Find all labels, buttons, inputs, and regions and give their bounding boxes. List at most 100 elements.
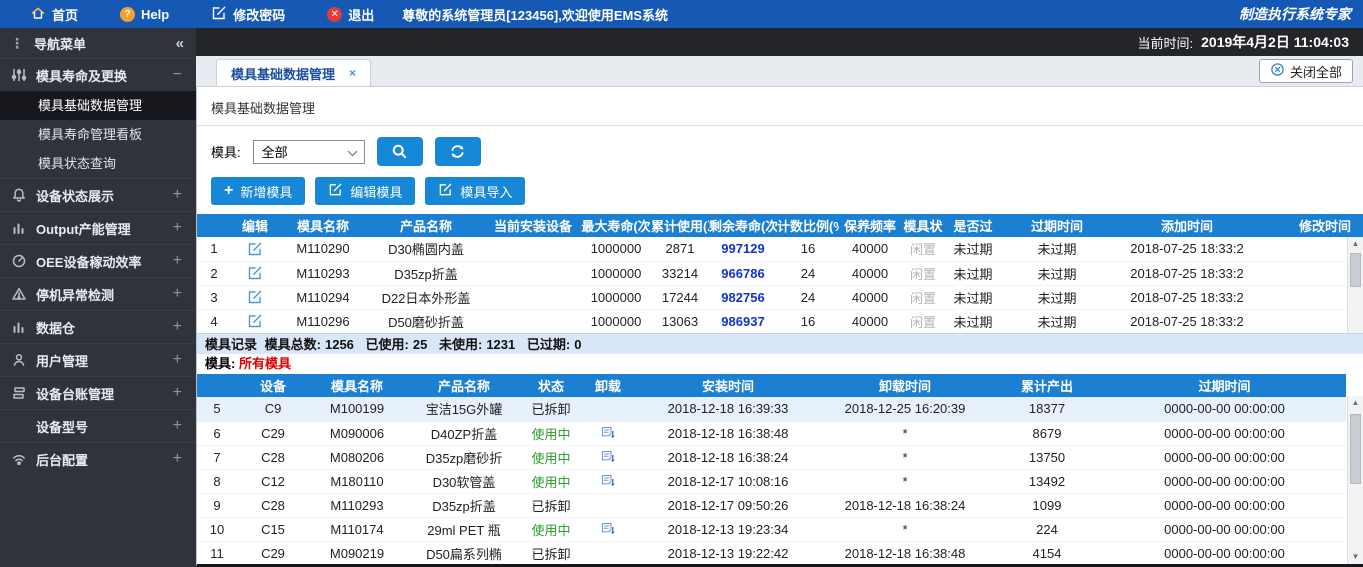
cell-install-time: 2018-12-13 19:22:42 bbox=[637, 541, 819, 564]
scrollbar-thumb[interactable] bbox=[1350, 253, 1361, 287]
expand-icon[interactable]: + bbox=[173, 285, 182, 303]
expand-icon[interactable]: + bbox=[173, 186, 182, 204]
tab-mold-basic-data[interactable]: 模具基础数据管理 × bbox=[216, 59, 371, 86]
sidebar-item-output[interactable]: Output产能管理+ bbox=[0, 212, 196, 244]
scroll-up-icon[interactable]: ▲ bbox=[1348, 237, 1363, 251]
expand-icon[interactable]: + bbox=[173, 252, 182, 270]
mold-table-row[interactable]: 3M110294D22日本外形盖100000017244982756244000… bbox=[197, 285, 1363, 309]
cell-unload bbox=[579, 493, 637, 517]
edit-mold-icon[interactable] bbox=[247, 313, 263, 329]
sidebar-group-output: Output产能管理+ bbox=[0, 211, 196, 244]
gauge-icon bbox=[10, 253, 28, 269]
scroll-up-icon[interactable]: ▲ bbox=[1348, 396, 1363, 410]
scroll-down-icon[interactable]: ▼ bbox=[1348, 550, 1363, 564]
mold-table-row[interactable]: 1M110290D30椭圆内盖100000028719971291640000闲… bbox=[197, 237, 1363, 261]
cell-max-life: 1000000 bbox=[581, 237, 651, 261]
sidebar-subitem[interactable]: 模具寿命管理看板 bbox=[0, 120, 196, 149]
column-header: 过期时间 bbox=[1001, 214, 1113, 237]
close-all-label: 关闭全部 bbox=[1290, 62, 1342, 81]
sidebar-item-data-warehouse[interactable]: 数据仓+ bbox=[0, 311, 196, 343]
content-panel: 模具基础数据管理 模具: 全部 + 新增模具 bbox=[196, 87, 1363, 567]
mold-filter-select[interactable]: 全部 bbox=[253, 140, 365, 164]
install-table-row[interactable]: 7C28M080206D35zp磨砂折使用中2018-12-18 16:38:2… bbox=[197, 445, 1346, 469]
mold-table-row[interactable]: 4M110296D50磨砂折盖1000000130639869371640000… bbox=[197, 309, 1363, 333]
sidebar-item-mold-life[interactable]: 模具寿命及更换− bbox=[0, 59, 196, 91]
sidebar-item-user-mgmt[interactable]: 用户管理 + bbox=[0, 344, 196, 376]
column-header: 卸载时间 bbox=[819, 374, 991, 397]
cell-installed-device bbox=[485, 309, 581, 333]
close-all-icon bbox=[1270, 62, 1285, 80]
edit-mold-icon[interactable] bbox=[247, 241, 263, 257]
cell-install-time: 2018-12-18 16:38:48 bbox=[637, 421, 819, 445]
sidebar-item-device-model[interactable]: 设备型号+ bbox=[0, 410, 196, 442]
edit-mold-icon[interactable] bbox=[247, 265, 263, 281]
expand-icon[interactable]: + bbox=[173, 384, 182, 402]
unload-mold-icon[interactable] bbox=[600, 473, 617, 489]
install-table-row[interactable]: 10C15M11017429ml PET 瓶使用中2018-12-13 19:2… bbox=[197, 517, 1346, 541]
refresh-button[interactable] bbox=[435, 137, 481, 166]
sidebar-item-backend-config[interactable]: 后台配置+ bbox=[0, 443, 196, 475]
install-table-row[interactable]: 11C29M090219D50扁系列椭已拆卸2018-12-13 19:22:4… bbox=[197, 541, 1346, 564]
expand-icon[interactable]: + bbox=[173, 351, 182, 369]
cell-unload-mold-icon bbox=[579, 517, 637, 541]
change-password-menu-item[interactable]: 修改密码 bbox=[193, 0, 303, 28]
cell-row-index: 6 bbox=[197, 421, 237, 445]
cell-installed-device bbox=[485, 237, 581, 261]
mold-table-scrollbar[interactable]: ▲ bbox=[1347, 237, 1363, 333]
cell-row-index: 4 bbox=[197, 309, 231, 333]
expand-icon[interactable]: + bbox=[173, 417, 182, 435]
close-all-tabs-button[interactable]: 关闭全部 bbox=[1259, 59, 1353, 83]
install-table-scrollbar[interactable]: ▲ ▼ bbox=[1347, 396, 1363, 564]
sidebar-item-oee[interactable]: OEE设备稼动效率+ bbox=[0, 245, 196, 277]
chevron-down-icon bbox=[347, 150, 358, 157]
sidebar-item-downtime[interactable]: 停机异常检测+ bbox=[0, 278, 196, 310]
add-mold-button[interactable]: + 新增模具 bbox=[211, 177, 305, 205]
collapse-group-icon[interactable]: − bbox=[173, 66, 182, 84]
mold-table-row[interactable]: 2M110293D35zp折盖1000000332149667862440000… bbox=[197, 261, 1363, 285]
cell-row-index: 7 bbox=[197, 445, 237, 469]
column-header bbox=[197, 214, 231, 237]
cell-maintenance-frequency: 40000 bbox=[839, 309, 901, 333]
cell-remaining-life: 966786 bbox=[709, 261, 777, 285]
unload-mold-icon[interactable] bbox=[600, 521, 617, 537]
cell-total-output: 13750 bbox=[991, 445, 1103, 469]
cell-remaining-life: 986937 bbox=[709, 309, 777, 333]
home-menu-item[interactable]: 首页 bbox=[12, 0, 96, 28]
expand-icon[interactable]: + bbox=[173, 450, 182, 468]
install-table-row[interactable]: 8C12M180110D30软管盖使用中2018-12-17 10:08:16*… bbox=[197, 469, 1346, 493]
sidebar-item-ledger[interactable]: 设备台账管理+ bbox=[0, 377, 196, 409]
cell-mold-status: 闲置 bbox=[901, 309, 945, 333]
tab-close-icon[interactable]: × bbox=[349, 66, 356, 80]
logout-menu-item[interactable]: ✕ 退出 bbox=[309, 0, 392, 28]
sidebar-subitem[interactable]: 模具基础数据管理 bbox=[0, 91, 196, 120]
search-button[interactable] bbox=[377, 137, 423, 166]
sidebar-subitem[interactable]: 模具状态查询 bbox=[0, 149, 196, 178]
unload-mold-icon[interactable] bbox=[600, 425, 617, 441]
cell-install-time: 2018-12-18 16:39:33 bbox=[637, 397, 819, 421]
sidebar-item-device-status[interactable]: 设备状态展示+ bbox=[0, 179, 196, 211]
install-table-row[interactable]: 9C28M110293D35zp折盖已拆卸2018-12-17 09:50:26… bbox=[197, 493, 1346, 517]
cell-status: 已拆卸 bbox=[523, 541, 579, 564]
unload-mold-icon[interactable] bbox=[600, 449, 617, 465]
import-mold-button[interactable]: 模具导入 bbox=[425, 177, 525, 205]
add-mold-label: 新增模具 bbox=[240, 182, 292, 201]
cell-mold-number: M110296 bbox=[279, 309, 367, 333]
collapse-sidebar-icon[interactable]: « bbox=[176, 35, 184, 52]
expand-icon[interactable]: + bbox=[173, 318, 182, 336]
cell-mold-status: 闲置 bbox=[901, 285, 945, 309]
column-header: 修改时间 bbox=[1261, 214, 1363, 237]
edit-mold-icon[interactable] bbox=[247, 289, 263, 305]
action-row: + 新增模具 编辑模具 模具导入 bbox=[197, 168, 1363, 208]
help-label: Help bbox=[141, 7, 169, 22]
column-header: 模具名称 bbox=[279, 214, 367, 237]
cell-mold-number: M090219 bbox=[309, 541, 405, 564]
cell-remaining-life: 997129 bbox=[709, 237, 777, 261]
edit-mold-button[interactable]: 编辑模具 bbox=[315, 177, 415, 205]
scrollbar-thumb[interactable] bbox=[1350, 414, 1361, 484]
help-menu-item[interactable]: ? Help bbox=[102, 0, 187, 28]
cell-added-time: 2018-07-25 18:33:2 bbox=[1113, 237, 1261, 261]
install-table-row[interactable]: 5C9M100199宝洁15G外罐已拆卸2018-12-18 16:39:332… bbox=[197, 397, 1346, 421]
expand-icon[interactable]: + bbox=[173, 219, 182, 237]
install-table-row[interactable]: 6C29M090006D40ZP折盖使用中2018-12-18 16:38:48… bbox=[197, 421, 1346, 445]
sidebar-item-label: 用户管理 bbox=[36, 351, 88, 370]
